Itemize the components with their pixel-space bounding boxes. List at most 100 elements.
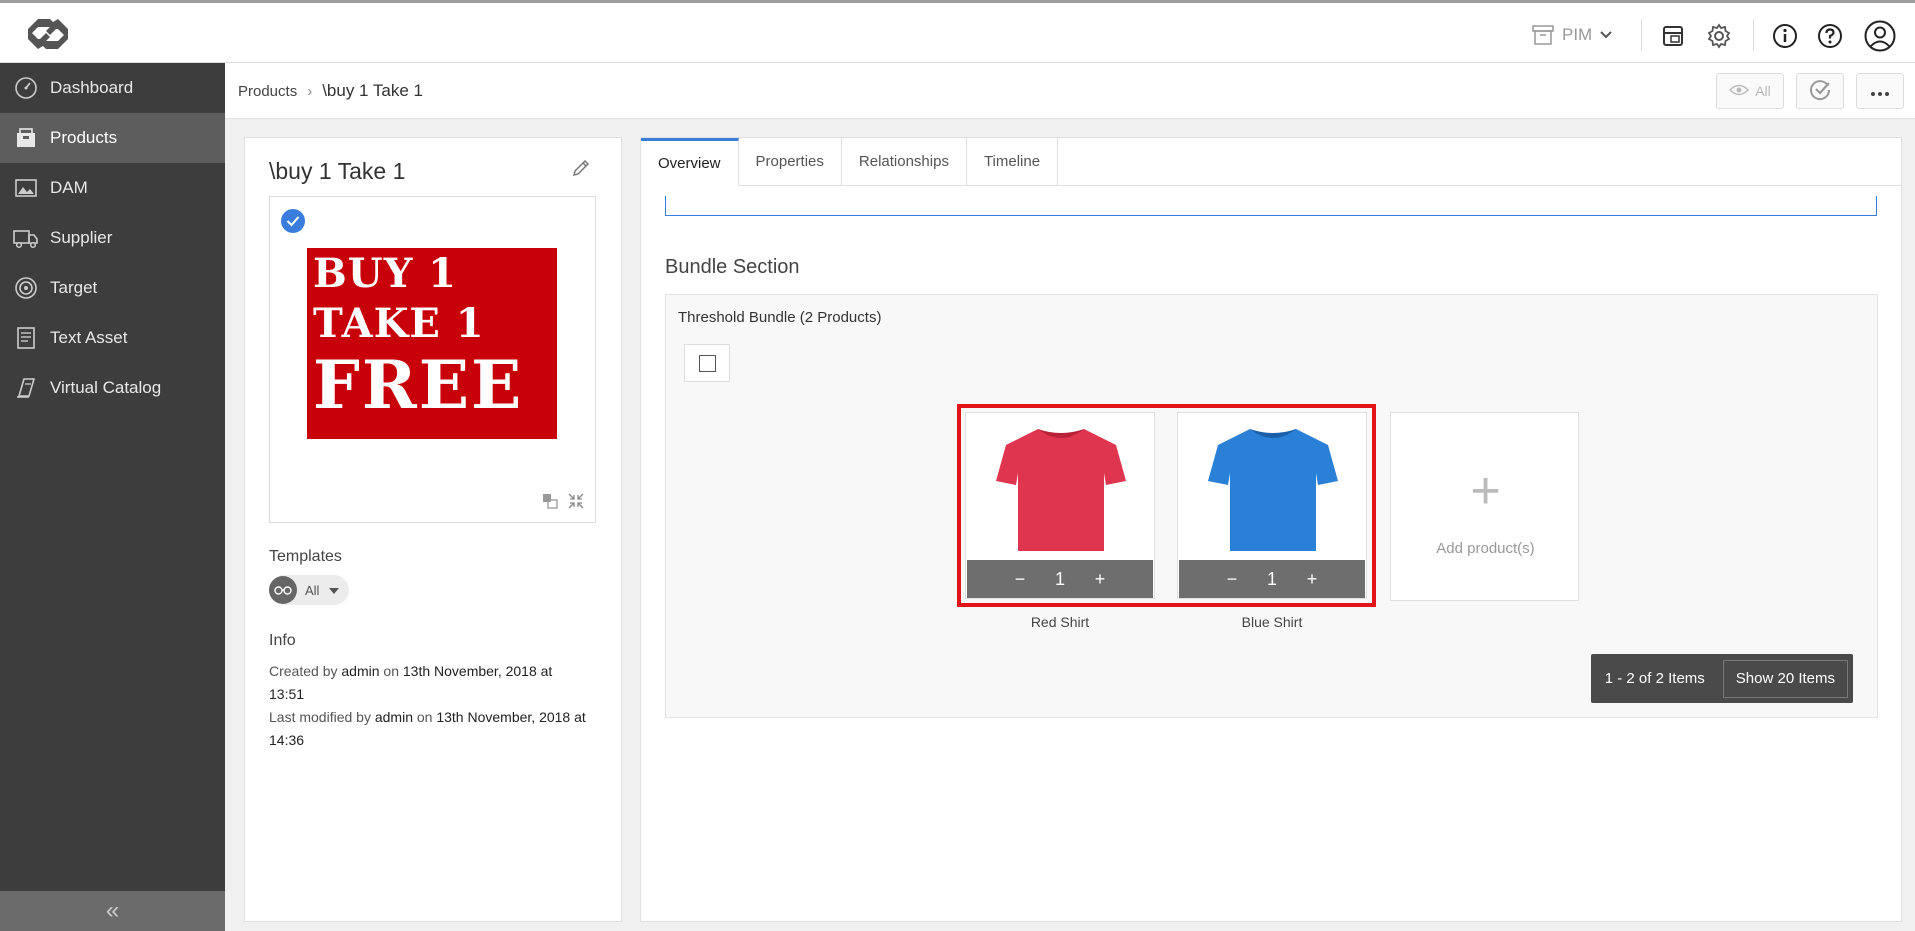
breadcrumb-current: \buy 1 Take 1 <box>322 81 424 100</box>
sidebar-item-dashboard[interactable]: Dashboard <box>0 63 225 113</box>
view-filter-button[interactable]: All <box>1716 73 1784 109</box>
eye-icon <box>1729 83 1750 100</box>
add-product-button[interactable]: + Add product(s) <box>1390 412 1579 601</box>
quantity-value[interactable]: 1 <box>1257 569 1287 590</box>
tshirt-image <box>996 429 1126 551</box>
promo-line: BUY 1 <box>313 250 458 297</box>
page-size-button[interactable]: Show 20 Items <box>1722 659 1848 698</box>
collapse-arrows-icon[interactable] <box>567 492 585 510</box>
chevron-down-icon <box>1600 31 1612 39</box>
tab-relationships[interactable]: Relationships <box>841 138 967 186</box>
sidebar-item-dam[interactable]: DAM <box>0 163 225 213</box>
text-field[interactable] <box>665 196 1877 216</box>
ellipsis-icon <box>1871 83 1889 99</box>
bundle-product-card[interactable]: − 1 + <box>965 412 1155 599</box>
add-product-label: Add product(s) <box>1436 540 1535 557</box>
product-name: Blue Shirt <box>1241 614 1303 630</box>
sidebar-item-label: Text Asset <box>50 328 128 347</box>
sidebar-item-label: DAM <box>50 178 88 197</box>
tshirt-image <box>1208 429 1338 551</box>
pencil-icon[interactable] <box>571 158 595 182</box>
image-icon <box>13 175 39 201</box>
module-select[interactable]: PIM <box>1532 21 1612 49</box>
tab-timeline[interactable]: Timeline <box>966 138 1059 186</box>
sidebar-item-label: Supplier <box>50 228 113 247</box>
breadcrumb-separator: › <box>307 82 313 100</box>
modified-on: on <box>416 709 433 725</box>
approve-button[interactable] <box>1796 73 1844 109</box>
sidebar: Dashboard Products DAM Supplier Target T… <box>0 63 225 931</box>
product-summary-panel: \buy 1 Take 1 BUY 1 TAKE 1 FREE Template… <box>244 137 622 922</box>
info-icon[interactable] <box>1770 21 1800 51</box>
increment-button[interactable]: + <box>1075 569 1125 590</box>
glasses-icon <box>269 576 297 604</box>
product-image: BUY 1 TAKE 1 FREE <box>307 248 557 439</box>
product-image-card[interactable]: BUY 1 TAKE 1 FREE <box>269 196 596 523</box>
caret-down-icon <box>329 581 340 599</box>
sidebar-collapse-button[interactable]: « <box>0 891 225 931</box>
target-icon <box>13 275 39 301</box>
created-user: admin <box>341 663 380 679</box>
bundle-name: Threshold Bundle (2 Products) <box>678 309 882 326</box>
more-options-button[interactable] <box>1856 73 1904 109</box>
gear-icon[interactable] <box>1704 21 1734 51</box>
pagination: 1 - 2 of 2 Items Show 20 Items <box>1590 654 1853 703</box>
sidebar-item-label: Virtual Catalog <box>50 378 162 397</box>
archive-icon[interactable] <box>1658 21 1688 51</box>
document-icon <box>13 325 39 351</box>
checkmark-icon[interactable] <box>281 209 305 233</box>
breadcrumb-bar: Products › \buy 1 Take 1 All <box>225 63 1915 119</box>
breadcrumb: Products › \buy 1 Take 1 <box>238 81 423 101</box>
user-icon[interactable] <box>1863 19 1897 53</box>
created-prefix: Created by <box>269 663 338 679</box>
product-title: \buy 1 Take 1 <box>269 158 406 184</box>
created-info: Created by admin on 13th November, 2018 … <box>269 660 589 706</box>
check-circle-icon <box>1809 79 1831 104</box>
sidebar-item-label: Dashboard <box>50 78 134 97</box>
decrement-button[interactable]: − <box>995 569 1045 590</box>
created-on: on <box>383 663 399 679</box>
promo-line: TAKE 1 <box>313 300 485 347</box>
info-heading: Info <box>269 632 296 649</box>
decrement-button[interactable]: − <box>1207 569 1257 590</box>
increment-button[interactable]: + <box>1287 569 1337 590</box>
image-tools <box>541 492 585 510</box>
sidebar-item-supplier[interactable]: Supplier <box>0 213 225 263</box>
sidebar-item-target[interactable]: Target <box>0 263 225 313</box>
checkbox-square-icon <box>698 354 716 372</box>
archive-box-icon <box>1532 25 1554 45</box>
tab-properties[interactable]: Properties <box>738 138 842 186</box>
product-name: Red Shirt <box>1030 614 1090 630</box>
image-swap-icon[interactable] <box>541 492 559 510</box>
quantity-stepper: − 1 + <box>1179 560 1365 598</box>
divider <box>1753 19 1754 51</box>
sidebar-item-text-asset[interactable]: Text Asset <box>0 313 225 363</box>
template-select[interactable]: All <box>269 575 350 605</box>
bundle-section-title: Bundle Section <box>665 256 800 278</box>
select-all-checkbox[interactable] <box>684 344 730 382</box>
bundle-product-card[interactable]: − 1 + <box>1177 412 1367 599</box>
products-icon <box>13 125 39 151</box>
view-filter-label: All <box>1755 83 1771 99</box>
double-chevron-left-icon: « <box>105 897 120 924</box>
pagination-count: 1 - 2 of 2 Items <box>1604 670 1705 687</box>
quantity-stepper: − 1 + <box>967 560 1153 598</box>
modified-prefix: Last modified by <box>269 709 371 725</box>
product-detail-panel: Overview Properties Relationships Timeli… <box>640 137 1902 922</box>
breadcrumb-products-link[interactable]: Products <box>238 83 297 100</box>
tab-bar: Overview Properties Relationships Timeli… <box>641 138 1059 186</box>
quantity-value[interactable]: 1 <box>1045 569 1075 590</box>
plus-icon: + <box>1470 462 1501 520</box>
sidebar-item-virtual-catalog[interactable]: Virtual Catalog <box>0 363 225 413</box>
sidebar-item-products[interactable]: Products <box>0 113 225 163</box>
catalog-icon <box>13 375 39 401</box>
modified-user: admin <box>374 709 413 725</box>
help-icon[interactable] <box>1815 21 1845 51</box>
dashboard-icon <box>13 75 39 101</box>
logo-icon[interactable] <box>24 15 72 53</box>
template-value: All <box>305 582 320 598</box>
truck-icon <box>13 225 39 251</box>
tab-overview[interactable]: Overview <box>641 138 739 186</box>
modified-info: Last modified by admin on 13th November,… <box>269 706 589 752</box>
module-label: PIM <box>1562 25 1593 44</box>
